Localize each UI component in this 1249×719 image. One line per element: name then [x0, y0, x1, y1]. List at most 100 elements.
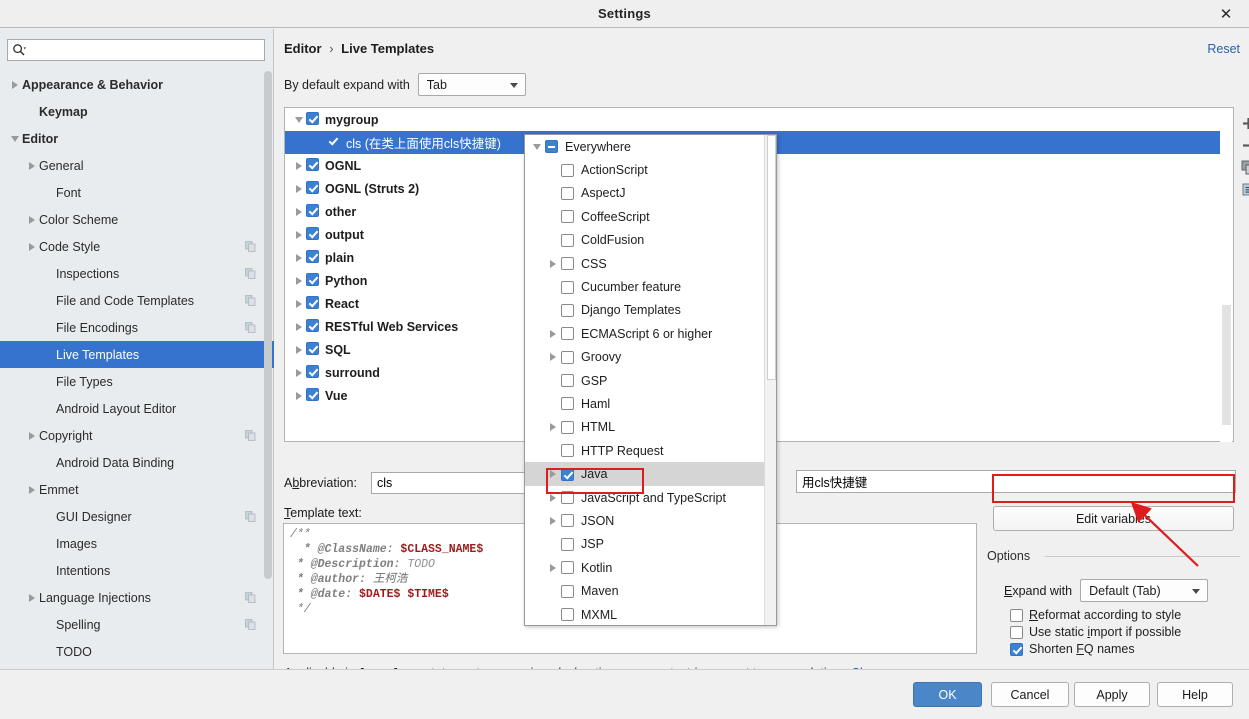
applicable-contexts-popup[interactable]: Everywhere ActionScript AspectJ CoffeeScrip… [524, 134, 777, 626]
context-row[interactable]: HTML [525, 416, 765, 439]
chevron-right-icon[interactable] [295, 253, 302, 262]
help-button[interactable]: Help [1157, 682, 1233, 707]
apply-button[interactable]: Apply [1074, 682, 1150, 707]
chevron-right-icon[interactable] [550, 423, 556, 432]
checkbox-unchecked[interactable] [561, 608, 574, 621]
shorten-fq-checkbox-row[interactable]: Shorten FQ names [1010, 642, 1135, 656]
chevron-right-icon[interactable] [291, 391, 306, 400]
sidebar-item-todo[interactable]: TODO [0, 638, 274, 661]
chevron-right-icon[interactable] [545, 329, 561, 338]
sidebar-item-file-and-code-templates[interactable]: File and Code Templates [0, 287, 274, 314]
chevron-right-icon[interactable] [25, 215, 39, 224]
move-template-button[interactable] [1238, 178, 1249, 200]
chevron-down-icon[interactable] [533, 143, 541, 150]
sidebar-item-general[interactable]: General [0, 152, 274, 179]
context-row[interactable]: CSS [525, 252, 765, 275]
contexts-scrollbar[interactable] [764, 135, 776, 625]
checkbox-checked[interactable] [306, 226, 319, 240]
chevron-right-icon[interactable] [291, 207, 306, 216]
static-import-checkbox[interactable] [1010, 625, 1023, 639]
template-enabled-checkbox[interactable] [306, 111, 319, 128]
chevron-right-icon[interactable] [29, 161, 35, 170]
template-enabled-checkbox[interactable] [306, 226, 319, 243]
checkbox-checked[interactable] [306, 249, 319, 263]
chevron-down-icon[interactable] [8, 135, 22, 142]
chevron-right-icon[interactable] [550, 516, 556, 525]
sidebar-item-file-encodings[interactable]: File Encodings [0, 314, 274, 341]
cancel-button[interactable]: Cancel [991, 682, 1069, 707]
template-enabled-checkbox[interactable] [306, 364, 319, 381]
chevron-right-icon[interactable] [291, 299, 306, 308]
checkbox-indeterminate[interactable] [545, 140, 558, 154]
edit-variables-button[interactable]: Edit variables [993, 506, 1234, 531]
chevron-right-icon[interactable] [29, 242, 35, 251]
context-row[interactable]: AspectJ [525, 182, 765, 205]
chevron-right-icon[interactable] [25, 485, 39, 494]
template-enabled-checkbox[interactable] [306, 295, 319, 312]
settings-category-tree[interactable]: Appearance & Behavior Keymap Editor General… [0, 71, 274, 661]
template-enabled-checkbox[interactable] [306, 341, 319, 358]
templates-scrollbar-thumb[interactable] [1222, 305, 1231, 425]
checkbox-unchecked[interactable] [561, 186, 574, 200]
checkbox-unchecked[interactable] [561, 327, 574, 341]
ok-button[interactable]: OK [913, 682, 982, 707]
chevron-right-icon[interactable] [29, 431, 35, 440]
reformat-checkbox[interactable] [1010, 608, 1023, 622]
chevron-right-icon[interactable] [295, 391, 302, 400]
chevron-right-icon[interactable] [295, 299, 302, 308]
sidebar-item-intentions[interactable]: Intentions [0, 557, 274, 584]
shorten-fq-checkbox[interactable] [1010, 642, 1023, 656]
chevron-right-icon[interactable] [550, 329, 556, 338]
sidebar-item-file-types[interactable]: File Types [0, 368, 274, 395]
context-row[interactable]: JavaScript and TypeScript [525, 486, 765, 509]
sidebar-item-code-style[interactable]: Code Style [0, 233, 274, 260]
sidebar-item-font[interactable]: Font [0, 179, 274, 206]
chevron-right-icon[interactable] [295, 184, 302, 193]
checkbox-unchecked[interactable] [561, 280, 574, 294]
checkbox-checked[interactable] [561, 467, 574, 481]
chevron-down-icon[interactable] [529, 143, 545, 150]
chevron-right-icon[interactable] [545, 353, 561, 362]
static-import-checkbox-row[interactable]: Use static import if possible [1010, 625, 1181, 639]
chevron-right-icon[interactable] [550, 493, 556, 502]
sidebar-item-spelling[interactable]: Spelling [0, 611, 274, 638]
chevron-right-icon[interactable] [545, 470, 561, 479]
checkbox-checked[interactable] [306, 341, 319, 355]
context-row[interactable]: Everywhere [525, 135, 765, 158]
close-icon[interactable]: ✕ [1215, 4, 1237, 24]
chevron-right-icon[interactable] [291, 368, 306, 377]
checkbox-unchecked[interactable] [561, 584, 574, 598]
sidebar-item-inspections[interactable]: Inspections [0, 260, 274, 287]
checkbox-checked[interactable] [306, 318, 319, 332]
sidebar-item-android-layout-editor[interactable]: Android Layout Editor [0, 395, 274, 422]
search-input[interactable] [26, 42, 241, 58]
sidebar-item-live-templates[interactable]: Live Templates [0, 341, 274, 368]
chevron-right-icon[interactable] [295, 322, 302, 331]
chevron-down-icon[interactable] [11, 135, 19, 142]
chevron-right-icon[interactable] [295, 276, 302, 285]
context-row[interactable]: Cucumber feature [525, 275, 765, 298]
context-row[interactable]: MXML [525, 603, 765, 625]
chevron-right-icon[interactable] [295, 368, 302, 377]
context-row[interactable]: ColdFusion [525, 229, 765, 252]
context-row[interactable]: Kotlin [525, 556, 765, 579]
template-enabled-checkbox[interactable] [306, 387, 319, 404]
template-enabled-checkbox[interactable] [306, 180, 319, 197]
checkbox-unchecked[interactable] [561, 397, 574, 411]
default-expand-select[interactable]: Tab [417, 73, 526, 96]
chevron-right-icon[interactable] [25, 242, 39, 251]
template-enabled-checkbox[interactable] [306, 318, 319, 335]
sidebar-item-emmet[interactable]: Emmet [0, 476, 274, 503]
context-row[interactable]: JSON [525, 509, 765, 532]
chevron-right-icon[interactable] [291, 253, 306, 262]
chevron-right-icon[interactable] [545, 516, 561, 525]
checkbox-unchecked[interactable] [561, 233, 574, 247]
context-row[interactable]: Haml [525, 392, 765, 415]
checkbox-checked[interactable] [306, 111, 319, 125]
checkbox-checked[interactable] [306, 387, 319, 401]
template-enabled-checkbox[interactable] [306, 249, 319, 266]
chevron-right-icon[interactable] [8, 80, 22, 89]
chevron-right-icon[interactable] [545, 493, 561, 502]
checkbox-checked[interactable] [306, 203, 319, 217]
chevron-right-icon[interactable] [295, 230, 302, 239]
